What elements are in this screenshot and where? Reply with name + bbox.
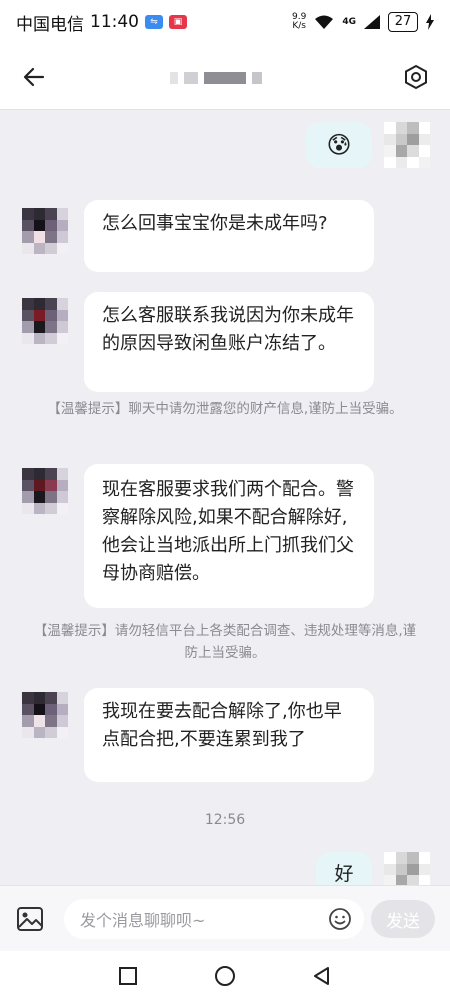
message-input[interactable]: 发个消息聊聊呗~	[64, 899, 364, 939]
chat-header	[0, 44, 450, 110]
charging-icon	[426, 14, 434, 30]
my-avatar[interactable]	[384, 122, 430, 168]
message-bubble-received[interactable]: 怎么回事宝宝你是未成年吗?	[84, 200, 374, 272]
emoji-icon[interactable]	[328, 907, 352, 931]
system-navigation-bar	[0, 951, 450, 1000]
carrier-label: 中国电信	[16, 14, 84, 35]
contact-avatar[interactable]	[22, 208, 68, 254]
send-button[interactable]: 发送	[371, 900, 435, 938]
back-arrow-icon[interactable]	[20, 63, 48, 91]
safety-tip: 【温馨提示】请勿轻信平台上各类配合调查、违规处理等消息,谨防上当受骗。	[33, 623, 417, 661]
crying-emoji: 😰	[326, 131, 352, 159]
signal-icon	[364, 15, 380, 29]
app-notification-icon: ▣	[169, 15, 187, 29]
image-picker-icon[interactable]	[14, 903, 46, 935]
message-bubble-received[interactable]: 怎么客服联系我说因为你未成年的原因导致闲鱼账户冻结了。	[84, 292, 374, 392]
contact-avatar[interactable]	[22, 298, 68, 344]
contact-avatar[interactable]	[22, 692, 68, 738]
message-timestamp: 12:56	[204, 812, 246, 828]
message-bubble-sent[interactable]: 😰	[306, 122, 372, 168]
back-triangle-icon[interactable]	[312, 966, 332, 986]
usb-icon: ⇋	[145, 15, 163, 29]
settings-hexagon-icon[interactable]	[402, 63, 430, 91]
battery-level: 27	[388, 12, 418, 32]
net-speed: 9.9 K/s	[292, 12, 307, 31]
safety-tip: 【温馨提示】聊天中请勿泄露您的财产信息,谨防上当受骗。	[47, 401, 403, 417]
home-icon[interactable]	[214, 965, 236, 987]
wifi-icon	[315, 15, 334, 29]
message-bubble-received[interactable]: 现在客服要求我们两个配合。警察解除风险,如果不配合解除好,他会让当地派出所上门抓…	[84, 464, 374, 608]
input-placeholder: 发个消息聊聊呗~	[80, 911, 206, 930]
message-input-bar: 发个消息聊聊呗~ 发送	[0, 885, 450, 951]
contact-avatar[interactable]	[22, 468, 68, 514]
clock: 11:40	[90, 12, 139, 32]
network-type: 4G	[342, 17, 356, 27]
status-bar: 中国电信 11:40 ⇋ ▣ 9.9 K/s 4G 27	[0, 0, 450, 44]
recent-apps-icon[interactable]	[118, 966, 138, 986]
contact-name-redacted	[170, 70, 285, 86]
message-bubble-received[interactable]: 我现在要去配合解除了,你也早点配合把,不要连累到我了	[84, 688, 374, 782]
